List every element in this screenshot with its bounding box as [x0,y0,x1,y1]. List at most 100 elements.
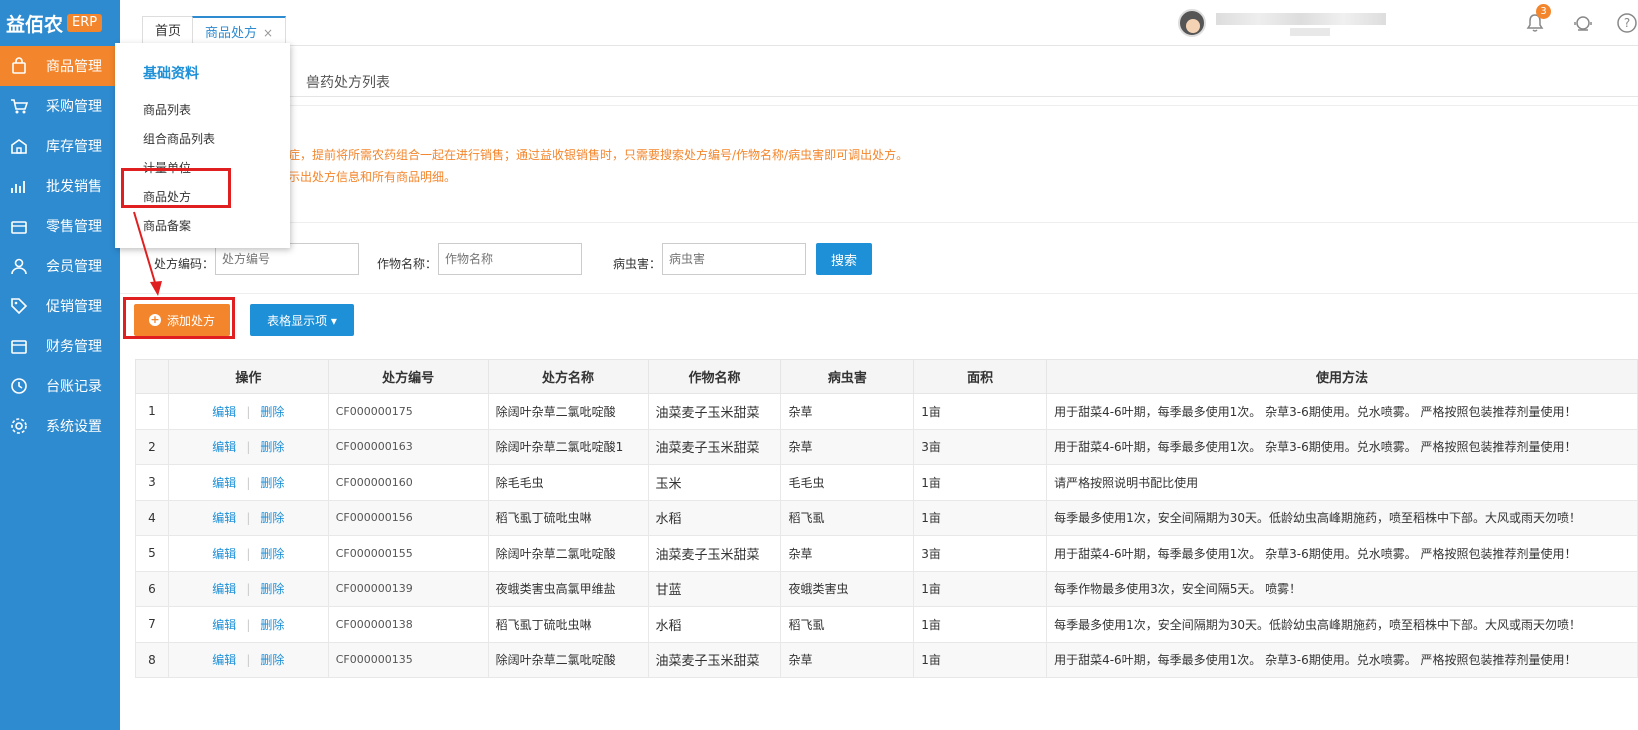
sidebar-item-7[interactable]: 财务管理 [0,326,120,366]
sidebar-item-6[interactable]: 促销管理 [0,286,120,326]
delete-link[interactable]: 删除 [260,618,284,632]
highlight-add-button [123,297,235,339]
sidebar-item-5[interactable]: 会员管理 [0,246,120,286]
sidebar-menu: 商品管理 采购管理 库存管理批发销售零售管理会员管理促销管理 财务管理 台账记录系统设置 [0,46,127,446]
table-row: 5 编辑 | 删除 CF000000155 除阔叶杂草二氯吡啶酸 油菜麦子玉米甜菜 杂草 3亩用… [135,535,1638,572]
area: 1亩 [913,499,1048,536]
pest-name: 杂草 [780,641,915,678]
tab-prescription[interactable]: 商品处方 × [192,16,287,46]
delete-link[interactable]: 删除 [260,582,284,596]
column-header [135,359,169,394]
prescription-code: CF000000156 [327,499,489,536]
crop-name: 玉米 [647,464,782,501]
tip-box: 症，提前将所需农药组合一起在进行销售；通过益收银销售时，只需要搜索处方编号/作物… [120,105,1638,223]
row-number: 2 [135,428,169,465]
highlight-submenu-item [121,168,231,208]
row-actions: 编辑 | 删除 [167,535,329,572]
clock-icon [11,378,27,394]
edit-link[interactable]: 编辑 [212,476,236,490]
table-row: 2 编辑 | 删除 CF000000163 除阔叶杂草二氯吡啶酸1 油菜麦子玉米甜菜 杂草 3亩… [135,428,1638,465]
avatar[interactable] [1178,9,1206,37]
sidebar-item-label: 批发销售 [46,179,102,195]
usage: 每季最多使用1次，安全间隔期为30天。低龄幼虫高峰期施药，喷至稻株中下部。大风或… [1046,499,1638,536]
delete-link[interactable]: 删除 [260,653,284,667]
column-settings-button[interactable]: 表格显示项 ▾ [250,304,354,336]
sidebar-item-label: 会员管理 [46,259,102,275]
search-button[interactable]: 搜索 [816,243,872,275]
edit-link[interactable]: 编辑 [212,405,236,419]
prescription-name: 夜蛾类害虫高氯甲维盐 [487,570,649,607]
prescription-code: CF000000155 [327,535,489,572]
help-icon[interactable]: ? [1616,12,1638,34]
edit-link[interactable]: 编辑 [212,547,236,561]
usage: 每季最多使用1次，安全间隔期为30天。低龄幼虫高峰期施药，喷至稻株中下部。大风或… [1046,606,1638,643]
delete-link[interactable]: 删除 [260,405,284,419]
prescription-code: CF000000163 [327,428,489,465]
support-icon[interactable] [1572,12,1594,34]
pest-input[interactable] [662,243,806,275]
store-icon [11,221,27,234]
delete-link[interactable]: 删除 [260,511,284,525]
row-number: 3 [135,464,169,501]
row-number: 4 [135,499,169,536]
row-actions: 编辑 | 删除 [167,641,329,678]
submenu-item-4[interactable]: 商品备案 [143,217,191,234]
edit-link[interactable]: 编辑 [212,618,236,632]
action-bar: + 添加处方 表格显示项 ▾ [120,293,1638,343]
area: 1亩 [913,464,1048,501]
svg-text:?: ? [1624,16,1630,30]
crop-name: 甘蓝 [647,570,782,607]
tab-home[interactable]: 首页 [142,16,195,46]
sidebar-item-1[interactable]: 采购管理 [0,86,120,126]
edit-link[interactable]: 编辑 [212,582,236,596]
sidebar-item-4[interactable]: 零售管理 [0,206,120,246]
sidebar-item-2[interactable]: 库存管理 [0,126,120,166]
crop-name: 水稻 [647,499,782,536]
edit-link[interactable]: 编辑 [212,440,236,454]
usage: 用于甜菜4-6叶期，每季最多使用1次。 杂草3-6期使用。兑水喷雾。 严格按照包… [1046,641,1638,678]
main-content: 兽药处方列表 症，提前将所需农药组合一起在进行销售；通过益收银销售时，只需要搜索… [120,47,1638,730]
area: 3亩 [913,535,1048,572]
crop-name: 油菜麦子玉米甜菜 [647,641,782,678]
gear-icon [11,418,27,434]
row-actions: 编辑 | 删除 [167,570,329,607]
erp-badge: ERP [67,14,103,32]
subnav-title[interactable]: 兽药处方列表 [306,72,390,92]
submenu-item-1[interactable]: 组合商品列表 [143,130,215,147]
shopping-bag-icon [12,57,26,74]
edit-link[interactable]: 编辑 [212,653,236,667]
prescription-name: 除阔叶杂草二氯吡啶酸1 [487,428,649,465]
table-row: 6 编辑 | 删除 CF000000139 夜蛾类害虫高氯甲维盐 甘蓝 夜蛾类害虫 1亩 每季作物… [135,570,1638,607]
delete-link[interactable]: 删除 [260,476,284,490]
search-bar: 处方编码： 作物名称： 病虫害： 搜索 [120,233,1638,293]
edit-link[interactable]: 编辑 [212,511,236,525]
row-number: 5 [135,535,169,572]
sidebar-item-8[interactable]: 台账记录 [0,366,120,406]
column-header: 面积 [913,359,1048,394]
row-actions: 编辑 | 删除 [167,499,329,536]
sidebar-item-label: 系统设置 [46,419,102,435]
tip-line-2: 示出处方信息和所有商品明细。 [288,170,457,184]
prescription-name: 除毛毛虫 [487,464,649,501]
tab-home-label: 首页 [155,24,182,39]
close-icon[interactable]: × [263,26,273,40]
delete-link[interactable]: 删除 [260,547,284,561]
table-header: 操作 处方编号 处方名称 作物名称 病虫害 面积 使用方法 [135,359,1638,394]
sidebar-item-3[interactable]: 批发销售 [0,166,120,206]
submenu-item-0[interactable]: 商品列表 [143,101,191,118]
crop-name: 油菜麦子玉米甜菜 [647,535,782,572]
chart-icon [11,181,25,193]
sidebar-item-0[interactable]: 商品管理 [0,46,127,86]
crop-name: 油菜麦子玉米甜菜 [647,393,782,430]
delete-link[interactable]: 删除 [260,440,284,454]
column-header: 操作 [167,359,329,394]
pest-name: 夜蛾类害虫 [780,570,915,607]
crop-input[interactable] [438,243,582,275]
submenu-dropdown: 基础资料 商品列表 组合商品列表 计量单位 商品处方 商品备案 [115,43,290,248]
pest-name: 杂草 [780,428,915,465]
prescription-name: 除阔叶杂草二氯吡啶酸 [487,641,649,678]
pest-name: 杂草 [780,393,915,430]
separator: | [246,511,251,526]
tab-prescription-label: 商品处方 [205,26,258,41]
sidebar-item-9[interactable]: 系统设置 [0,406,120,446]
